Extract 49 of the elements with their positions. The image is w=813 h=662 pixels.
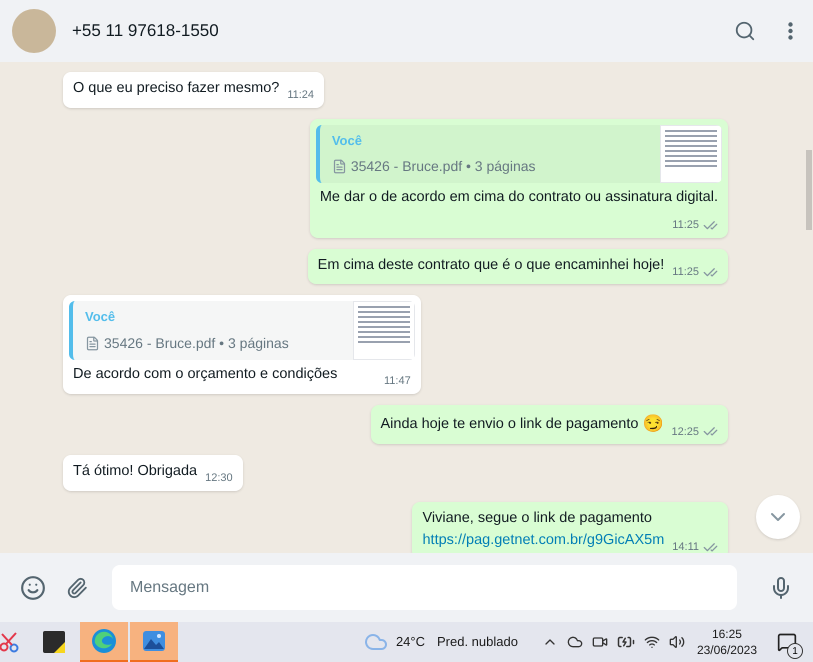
wifi-icon[interactable] bbox=[644, 634, 660, 650]
clock-date: 23/06/2023 bbox=[696, 642, 757, 658]
message-time: 11:47 bbox=[384, 374, 411, 389]
payment-link[interactable]: https://pag.getnet.com.br/g9GicAX5m bbox=[422, 530, 664, 552]
sticky-note-icon bbox=[42, 630, 66, 654]
message-text: Em cima deste contrato que é o que encaminhei hoje! bbox=[318, 256, 664, 274]
message-time: 11:25 bbox=[672, 264, 699, 280]
weather-widget[interactable]: 24°C Pred. nublado bbox=[364, 630, 518, 654]
document-thumbnail bbox=[352, 301, 415, 360]
message-text: O que eu preciso fazer mesmo? bbox=[73, 79, 280, 98]
notifications-button[interactable]: 1 bbox=[773, 626, 801, 658]
paperclip-icon bbox=[66, 576, 88, 598]
document-name: 35426 - Bruce.pdf • 3 páginas bbox=[104, 334, 289, 353]
message-text: Tá ótimo! Obrigada bbox=[73, 462, 198, 481]
scissors-icon bbox=[0, 631, 20, 653]
document-icon bbox=[332, 159, 347, 174]
clock-time: 16:25 bbox=[712, 626, 742, 642]
cloud-icon[interactable] bbox=[566, 634, 583, 650]
message-time: 11:25 bbox=[672, 218, 699, 233]
notification-count: 1 bbox=[787, 643, 803, 659]
message-time: 12:25 bbox=[671, 424, 699, 440]
smiley-icon bbox=[20, 574, 46, 600]
emoji: 😏 bbox=[642, 412, 664, 434]
document-thumbnail bbox=[660, 124, 722, 184]
document-name: 35426 - Bruce.pdf • 3 páginas bbox=[350, 157, 536, 176]
message-time: 14:11 bbox=[672, 540, 699, 553]
speaker-icon[interactable] bbox=[668, 634, 685, 650]
message-time: 12:30 bbox=[205, 471, 233, 486]
scrollbar[interactable] bbox=[806, 150, 812, 230]
message-text: Me dar o de acordo em cima do contrato ou assinatura digital. bbox=[320, 188, 718, 208]
attach-button[interactable] bbox=[66, 576, 88, 598]
message-icon bbox=[777, 632, 797, 652]
quoted-document[interactable]: Você 35426 - Bruce.pdf • 3 páginas bbox=[69, 301, 415, 360]
contact-name[interactable]: +55 11 97618-1550 bbox=[72, 18, 219, 44]
image-icon bbox=[142, 629, 166, 653]
clock[interactable]: 16:25 23/06/2023 bbox=[696, 626, 757, 658]
message-time: 11:24 bbox=[287, 88, 314, 104]
message-text: Ainda hoje te envio o link de pagamento bbox=[380, 415, 638, 434]
browser-icon bbox=[91, 628, 117, 654]
document-icon bbox=[85, 336, 100, 351]
quoted-sender: Você bbox=[332, 132, 363, 150]
message-input[interactable]: Mensagem bbox=[112, 565, 737, 610]
menu-icon bbox=[788, 22, 793, 40]
quoted-sender: Você bbox=[85, 308, 116, 326]
message-text: Viviane, segue o link de pagamento bbox=[422, 508, 653, 528]
message-text: De acordo com o orçamento e condições bbox=[73, 364, 338, 384]
quoted-document[interactable]: Você 35426 - Bruce.pdf • 3 páginas bbox=[316, 124, 722, 184]
search-icon bbox=[734, 20, 756, 42]
emoji-button[interactable] bbox=[20, 574, 46, 600]
